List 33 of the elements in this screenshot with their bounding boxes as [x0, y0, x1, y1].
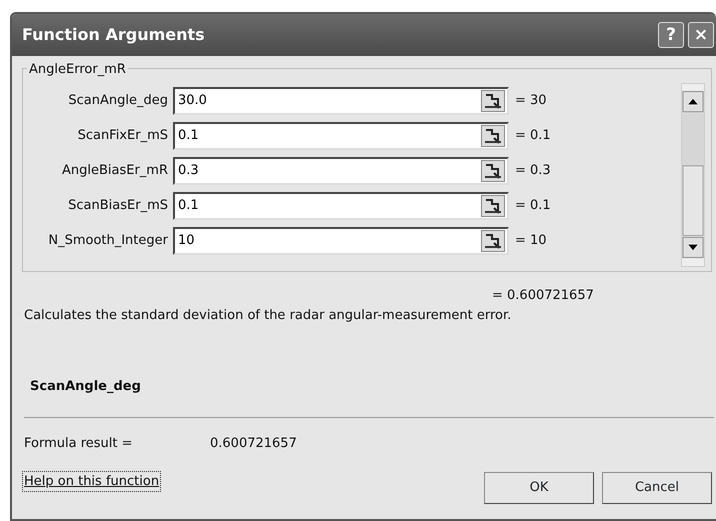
range-select-icon[interactable] [481, 90, 505, 112]
help-button[interactable]: ? [658, 22, 684, 48]
function-description: Calculates the standard deviation of the radar angular-measurement error. [24, 308, 512, 322]
argument-field[interactable]: 30.0 [173, 86, 509, 114]
function-result: = 0.600721657 [492, 288, 594, 303]
argument-label: ScanBiasEr_mS [67, 196, 169, 215]
argument-result: = 0.1 [514, 196, 551, 215]
argument-label: AngleBiasEr_mR [60, 162, 169, 180]
range-select-icon[interactable] [481, 160, 505, 182]
cancel-button[interactable]: Cancel [602, 472, 712, 504]
argument-result: = 0.1 [514, 126, 551, 145]
argument-result: = 10 [514, 232, 547, 250]
window-title: Function Arguments [22, 24, 205, 46]
argument-result: = 30 [514, 92, 547, 110]
close-button[interactable]: × [688, 22, 714, 48]
help-link[interactable]: Help on this function [22, 470, 162, 492]
argument-label: N_Smooth_Integer [47, 232, 169, 250]
argument-label: ScanAngle_deg [67, 92, 169, 110]
argument-field[interactable]: 0.1 [173, 192, 509, 220]
range-select-icon[interactable] [481, 124, 505, 146]
range-select-icon[interactable] [481, 194, 505, 216]
argument-name: ScanAngle_deg [30, 379, 141, 394]
argument-field[interactable]: 0.3 [173, 156, 509, 184]
formula-result-value: 0.600721657 [210, 435, 297, 453]
group-legend: AngleError_mR [27, 60, 128, 80]
formula-result-label: Formula result = [24, 435, 134, 453]
ok-button[interactable]: OK [484, 472, 594, 504]
range-select-icon[interactable] [481, 230, 505, 252]
argument-result: = 0.3 [514, 162, 551, 180]
argument-label: ScanFixEr_mS [76, 126, 169, 145]
argument-field[interactable]: 0.1 [173, 122, 509, 150]
scrollbar-drawing[interactable] [681, 83, 705, 267]
argument-field[interactable]: 10 [173, 226, 509, 254]
